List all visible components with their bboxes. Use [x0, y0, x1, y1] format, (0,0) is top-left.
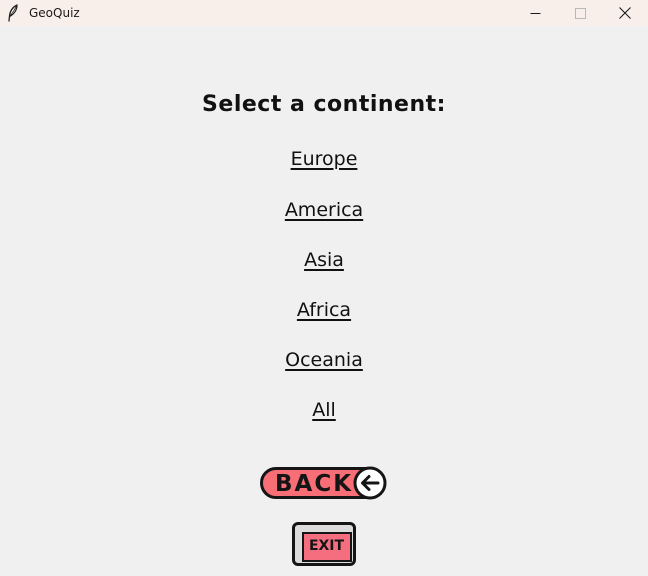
page-title: Select a continent: [202, 92, 446, 117]
continent-oceania-link[interactable]: Oceania [0, 349, 648, 371]
minimize-icon [530, 8, 541, 19]
continent-all-link[interactable]: All [0, 399, 648, 421]
minimize-button[interactable] [512, 0, 558, 26]
continent-europe-link[interactable]: Europe [0, 148, 648, 170]
maximize-button[interactable] [557, 0, 603, 26]
arrow-left-icon [353, 466, 387, 500]
exit-button[interactable]: EXIT [292, 522, 356, 568]
maximize-icon [574, 7, 586, 19]
exit-button-panel: EXIT [302, 532, 352, 562]
close-icon [619, 7, 631, 19]
title-bar[interactable]: GeoQuiz [0, 0, 648, 26]
back-button[interactable]: BACK [259, 465, 389, 503]
continent-africa-link[interactable]: Africa [0, 299, 648, 321]
window-title: GeoQuiz [29, 6, 80, 20]
exit-button-label: EXIT [308, 538, 345, 554]
continent-america-link[interactable]: America [0, 199, 648, 221]
close-button[interactable] [602, 0, 648, 26]
exit-button-frame: EXIT [292, 522, 356, 566]
back-button-label: BACK [275, 471, 354, 497]
app-window: GeoQuiz Select a continent: Europe Ameri… [0, 0, 648, 576]
continent-asia-link[interactable]: Asia [0, 249, 648, 271]
feather-icon [7, 4, 19, 22]
